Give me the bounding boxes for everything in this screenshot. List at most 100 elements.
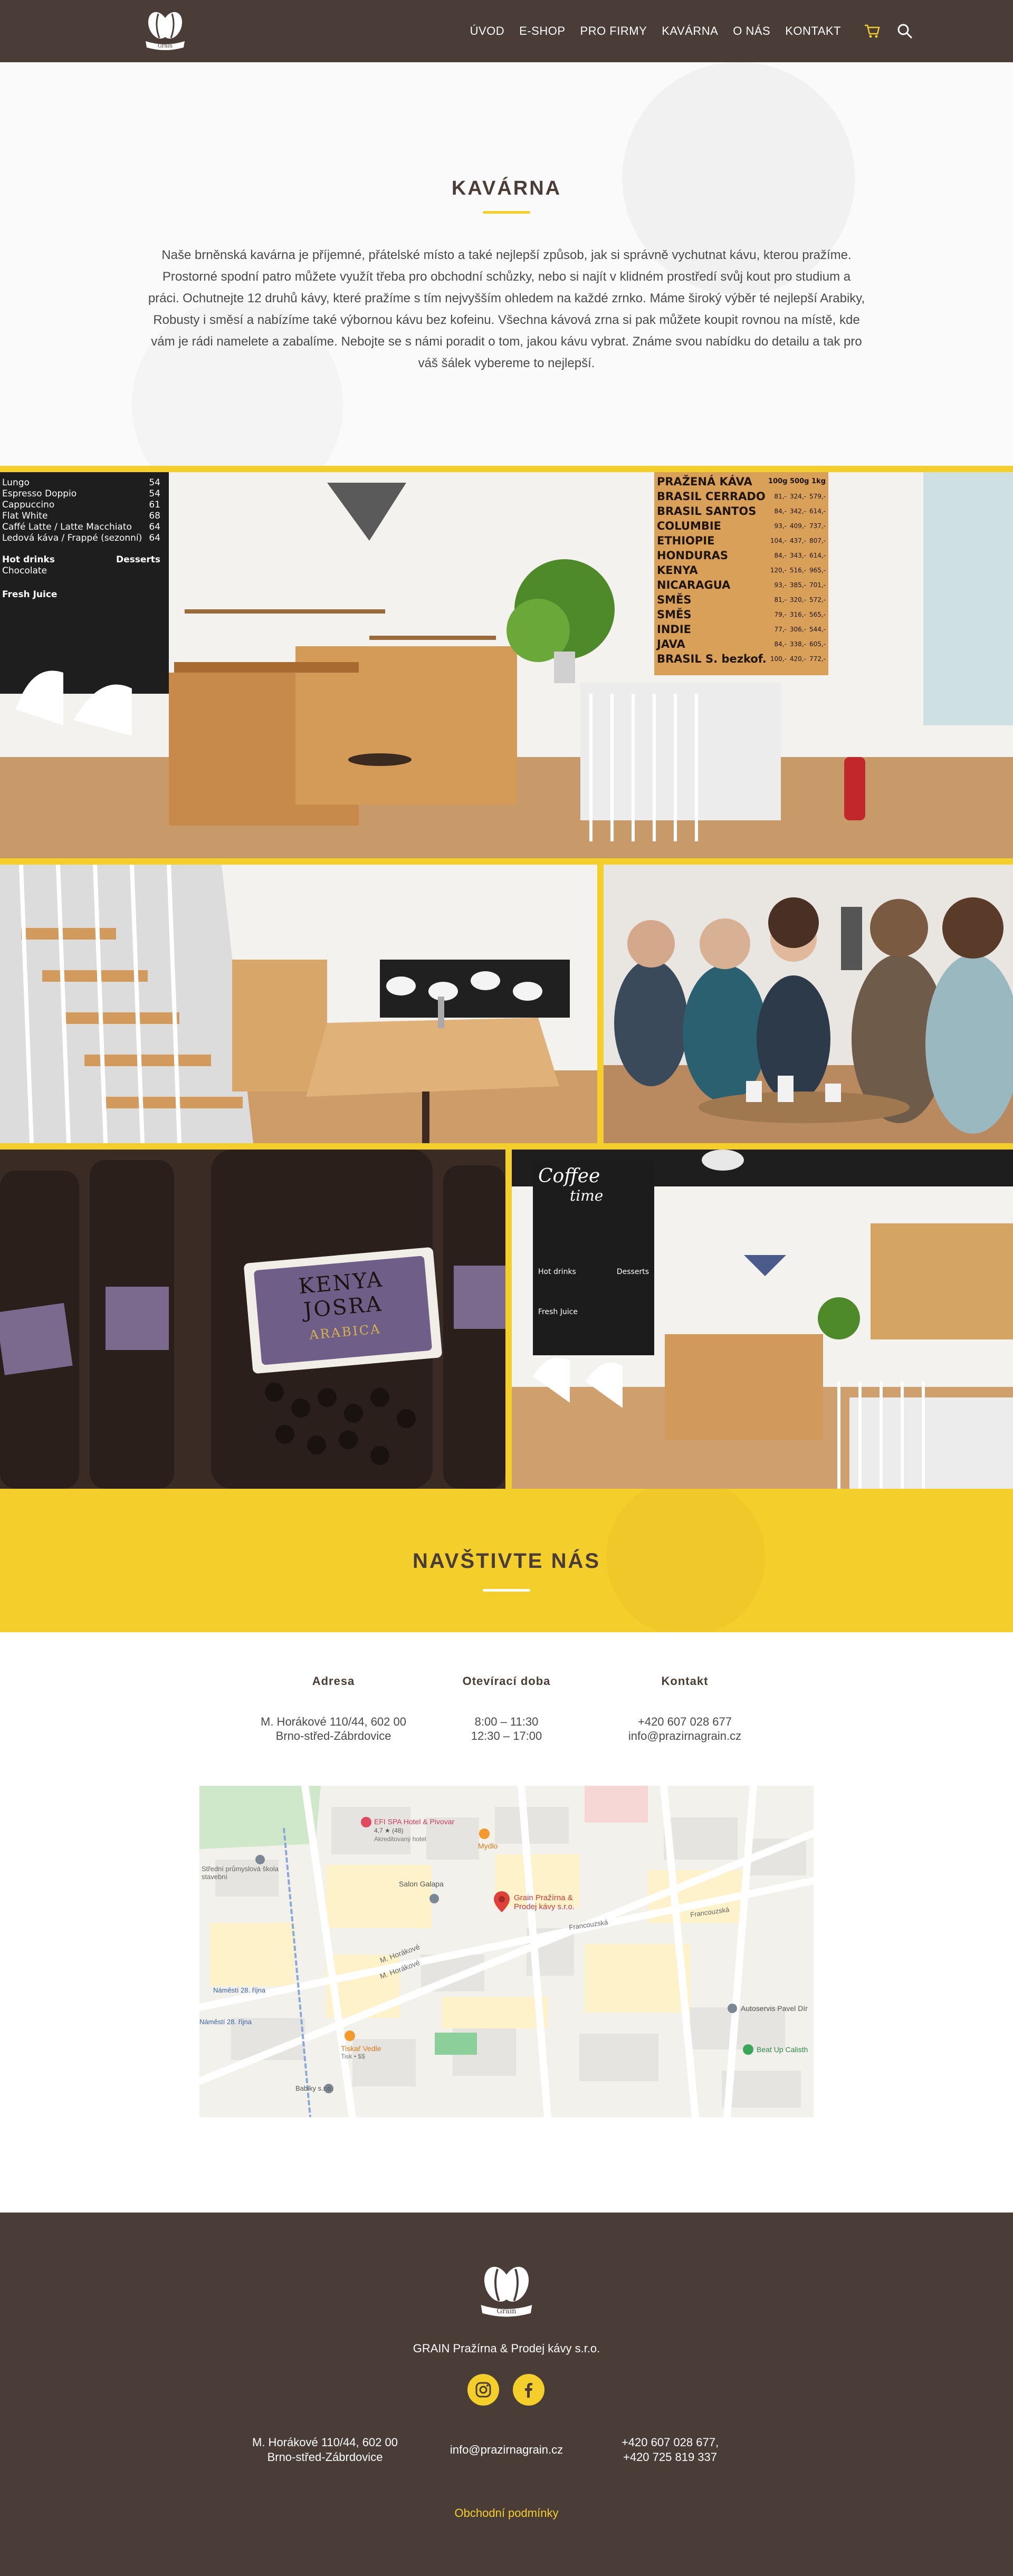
nav-eshop[interactable]: E-SHOP: [519, 24, 565, 38]
price-header: 500g: [790, 477, 809, 485]
page-title: KAVÁRNA: [451, 177, 562, 199]
nav-uvod[interactable]: ÚVOD: [470, 24, 505, 38]
price-value: 807,-: [809, 537, 826, 544]
price-row-values: 81,- 324,- 579,-: [771, 489, 826, 504]
nav-o-nas[interactable]: O NÁS: [733, 24, 770, 38]
menu-price: 54: [149, 489, 160, 499]
price-row: KENYA 120,- 516,- 965,-: [657, 563, 826, 578]
photo-stairs-table: [0, 865, 597, 1143]
price-row-values: 84,- 342,- 614,-: [771, 504, 826, 519]
address-heading: Adresa: [312, 1674, 355, 1688]
price-row: SMĚS 81,- 320,- 572,-: [657, 592, 826, 607]
price-header: 100g: [768, 477, 788, 485]
terms-link[interactable]: Obchodní podmínky: [0, 2506, 1013, 2520]
map-place: Tiskař Vedle: [341, 2044, 381, 2053]
price-value: 409,-: [789, 522, 806, 530]
price-row: BRASIL CERRADO 81,- 324,- 579,-: [657, 489, 826, 504]
price-value: 343,-: [789, 552, 806, 559]
price-value: 93,-: [774, 522, 787, 530]
board-heading: Fresh Juice: [538, 1308, 578, 1316]
visit-title: NAVŠTIVTE NÁS: [412, 1549, 601, 1573]
site-header: Grain ÚVOD E-SHOP PRO FIRMY KAVÁRNA O NÁ…: [0, 0, 1013, 62]
logo-text: Grain: [158, 43, 173, 49]
footer-phone[interactable]: +420 725 819 337: [575, 2450, 765, 2465]
facebook-icon[interactable]: [513, 2374, 544, 2406]
menu-heading: Desserts: [116, 554, 160, 565]
price-value: 104,-: [770, 537, 787, 544]
main-nav: ÚVOD E-SHOP PRO FIRMY KAVÁRNA O NÁS KONT…: [455, 0, 913, 62]
price-row: NICARAGUA 93,- 385,- 701,-: [657, 578, 826, 592]
menu-item: Cappuccino: [2, 500, 55, 510]
menu-price: 61: [149, 500, 160, 510]
price-row-values: 81,- 320,- 572,-: [771, 592, 826, 607]
price-row-values: 77,- 306,- 544,-: [771, 622, 826, 637]
price-value: 965,-: [809, 567, 826, 574]
price-row-name: INDIE: [657, 623, 691, 636]
price-row-values: 93,- 409,- 737,-: [771, 519, 826, 533]
divider: [0, 1143, 1013, 1150]
price-value: 77,-: [774, 626, 787, 633]
footer-phones: +420 607 028 677, +420 725 819 337: [575, 2435, 765, 2465]
map-pin-label: Grain Pražírna & Prodej kávy s.r.o.: [514, 1893, 575, 1911]
price-row: JAVA 84,- 338,- 605,-: [657, 637, 826, 652]
price-row: BRASIL S. bezkof. 100,- 420,- 772,-: [657, 652, 826, 666]
price-value: 614,-: [809, 552, 826, 559]
contact-email[interactable]: info@prazirnagrain.cz: [595, 1729, 775, 1743]
price-row-values: 120,- 516,- 965,-: [767, 563, 826, 578]
hours-heading: Otevírací doba: [462, 1674, 551, 1688]
price-value: 84,-: [774, 507, 787, 515]
menu-item: Chocolate: [2, 566, 47, 576]
price-row-values: 93,- 385,- 701,-: [771, 578, 826, 592]
photo-cafe-interior: Lungo 54 Espresso Doppio 54 Cappuccino 61 F…: [0, 472, 1013, 858]
map-place: Babiky s.r.o.: [295, 2084, 333, 2092]
contact-heading: Kontakt: [661, 1674, 709, 1688]
map-place: Mydlo: [478, 1842, 498, 1850]
menu-board: Lungo 54 Espresso Doppio 54 Cappuccino 61 F…: [0, 477, 160, 600]
footer-phone[interactable]: +420 607 028 677,: [575, 2435, 765, 2450]
instagram-icon[interactable]: [467, 2374, 499, 2406]
map-place: EFI SPA Hotel & Pivovar: [374, 1817, 455, 1826]
price-value: 572,-: [809, 596, 826, 604]
menu-heading: Hot drinks: [2, 554, 55, 565]
footer-address-line: Brno-střed-Zábrdovice: [267, 2450, 383, 2464]
price-value: 701,-: [809, 581, 826, 589]
price-value: 320,-: [789, 596, 806, 604]
price-row-name: BRASIL SANTOS: [657, 505, 757, 518]
price-row-values: 84,- 343,- 614,-: [771, 548, 826, 563]
search-icon[interactable]: [897, 23, 913, 39]
price-value: 772,-: [809, 655, 826, 663]
menu-price: 64: [149, 533, 160, 543]
nav-kavarna[interactable]: KAVÁRNA: [662, 24, 718, 38]
contact-column: Kontakt +420 607 028 677 info@prazirnagr…: [595, 1674, 775, 1743]
site-footer: Grain GRAIN Pražírna & Prodej kávy s.r.o…: [0, 2213, 1013, 2576]
nav-pro-firmy[interactable]: PRO FIRMY: [580, 24, 647, 38]
price-rows: BRASIL CERRADO 81,- 324,- 579,- BRASIL SANTO…: [657, 489, 826, 666]
menu-item: Espresso Doppio: [2, 489, 77, 499]
footer-logo[interactable]: Grain: [475, 2262, 538, 2320]
contact-phone[interactable]: +420 607 028 677: [595, 1715, 775, 1729]
price-row-name: NICARAGUA: [657, 579, 731, 591]
price-value: 324,-: [789, 493, 806, 500]
title-underline: [483, 1589, 530, 1592]
price-row-name: BRASIL CERRADO: [657, 490, 766, 503]
menu-item: Ledová káva / Frappé (sezonní): [2, 533, 142, 543]
cart-icon[interactable]: [864, 24, 880, 39]
price-row-values: 84,- 338,- 605,-: [771, 637, 826, 652]
board-heading: Hot drinks: [538, 1268, 576, 1276]
price-value: 79,-: [774, 611, 787, 618]
map-place: Náměstí 28. října: [213, 1986, 265, 1994]
menu-item: Flat White: [2, 511, 48, 521]
logo[interactable]: Grain: [141, 8, 189, 53]
menu-heading: Fresh Juice: [2, 589, 58, 600]
price-value: 306,-: [789, 626, 806, 633]
nav-kontakt[interactable]: KONTAKT: [785, 24, 841, 38]
price-board-title: PRAŽENÁ KÁVA: [657, 475, 752, 488]
footer-email[interactable]: info@prazirnagrain.cz: [412, 2443, 601, 2457]
price-value: 437,-: [789, 537, 806, 544]
hours-line: 8:00 – 11:30: [474, 1715, 539, 1728]
map-pin[interactable]: [494, 1891, 510, 1915]
map-place: Střední průmyslová škola stavební: [202, 1865, 279, 1881]
price-row: HONDURAS 84,- 343,- 614,-: [657, 548, 826, 563]
map[interactable]: Grain Pražírna & Prodej kávy s.r.o. EFI …: [199, 1786, 814, 2117]
price-row: INDIE 77,- 306,- 544,-: [657, 622, 826, 637]
